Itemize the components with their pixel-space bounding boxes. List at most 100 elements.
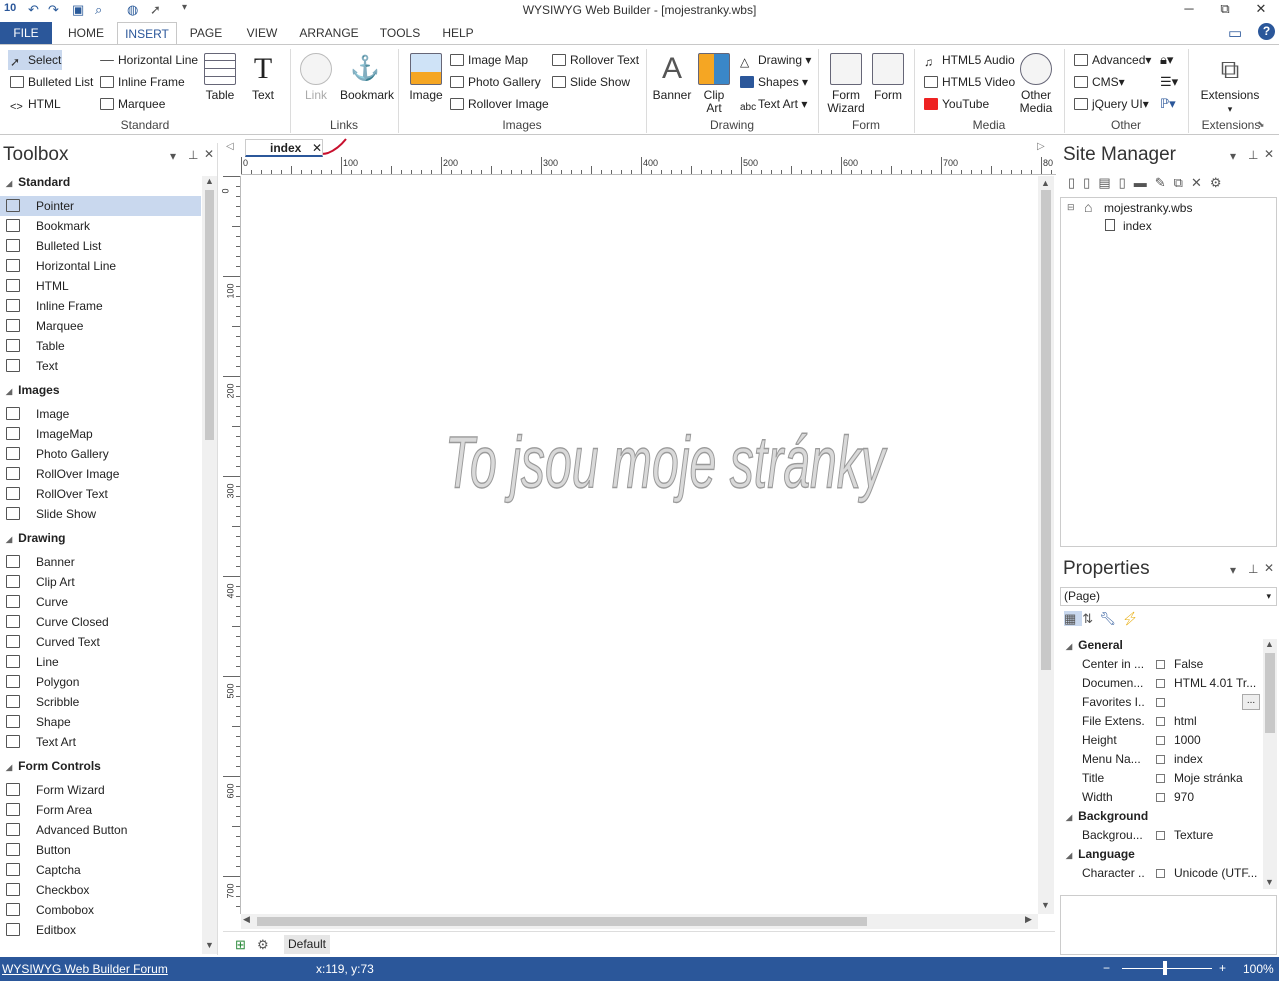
jquery-ui-dropdown[interactable]: jQuery UI▾ [1074,94,1149,114]
redo-icon[interactable]: ↷ [48,2,59,18]
php-icon[interactable]: ℙ▾ [1160,96,1176,112]
toolbox-item[interactable]: Polygon [0,672,201,692]
form-wizard-button[interactable]: Form Wizard [824,53,868,115]
property-value[interactable]: Moje stránka [1174,769,1260,788]
tab-scroll-left-icon[interactable]: ◁ [226,141,234,152]
property-value[interactable]: index [1174,750,1260,769]
inline-frame-button[interactable]: Inline Frame [100,72,185,92]
cms-dropdown[interactable]: CMS▾ [1074,72,1125,92]
toolbox-item[interactable]: Text Art [0,732,201,752]
text-button[interactable]: T Text [244,53,282,102]
toolbox-item[interactable]: Form Area [0,800,201,820]
collapse-icon[interactable]: ⊟ [1067,202,1075,213]
tab-file[interactable]: FILE [0,22,52,45]
toolbox-category[interactable]: Images [6,383,59,397]
sort-az-icon[interactable]: ⇅ [1082,611,1099,626]
lock-icon[interactable]: 🔒︎▾ [1160,52,1173,68]
undo-icon[interactable]: ↶ [28,2,39,18]
events-lightning-icon[interactable]: ⚡︎ [1122,611,1145,626]
link-page-icon[interactable]: ▯ [1119,175,1134,190]
add-page-icon[interactable]: ⊞ [235,937,246,953]
page-canvas[interactable] [241,176,1038,914]
toolbox-item[interactable]: Combobox [0,900,201,920]
settings-icon[interactable]: ⚙ [1210,175,1230,190]
property-row[interactable]: Favorites I...... [1062,693,1262,712]
toolbox-item[interactable]: Checkbox [0,880,201,900]
property-row[interactable]: Center in ... False [1062,655,1262,674]
save-icon[interactable]: ▣ [72,2,84,18]
panel-close-icon[interactable]: ✕ [204,147,214,161]
tab-home[interactable]: HOME [57,22,115,45]
panel-dropdown-icon[interactable]: ▾ [1230,149,1236,163]
panel-dropdown-icon[interactable]: ▾ [1230,563,1236,577]
toolbox-item[interactable]: Text [0,356,201,376]
shapes-dropdown[interactable]: Shapes ▾ [740,72,808,92]
bookmark-button[interactable]: ⚓ Bookmark [340,53,394,102]
tab-arrange[interactable]: ARRANGE [292,22,366,45]
document-tab-index[interactable]: index ✕ [245,139,323,157]
toolbox-category[interactable]: Form Controls [6,759,101,773]
toolbox-item[interactable]: Table [0,336,201,356]
zoom-out-button[interactable]: − [1103,961,1110,975]
property-value[interactable]: Unicode (UTF... [1174,864,1260,883]
rollover-image-button[interactable]: Rollover Image [450,94,549,114]
toolbox-item[interactable]: Pointer [0,196,201,216]
toolbox-item[interactable]: HTML [0,276,201,296]
toolbox-item[interactable]: Curved Text [0,632,201,652]
property-row[interactable]: Height 1000 [1062,731,1262,750]
restore-button[interactable]: ⧉ [1208,0,1242,20]
toolbox-category[interactable]: Drawing [6,531,65,545]
toolbox-item[interactable]: Curve [0,592,201,612]
property-row[interactable]: Menu Na... index [1062,750,1262,769]
clip-art-button[interactable]: Clip Art [696,53,732,115]
toolbox-item[interactable]: Captcha [0,860,201,880]
table-button[interactable]: Table [200,53,240,102]
image-button[interactable]: Image [404,53,448,102]
toolbox-item[interactable]: Form Wizard [0,780,201,800]
property-row[interactable]: Character ... Unicode (UTF... [1062,864,1262,883]
text-art-dropdown[interactable]: abc Text Art ▾ [740,94,807,114]
rollover-text-button[interactable]: Rollover Text [552,50,639,70]
toolbox-item[interactable]: Inline Frame [0,296,201,316]
property-row[interactable]: Backgrou... Texture [1062,826,1262,845]
toolbox-item[interactable]: Editbox [0,920,201,940]
toolbox-item[interactable]: Scribble [0,692,201,712]
categorized-icon[interactable]: ▦ [1064,611,1083,626]
form-button[interactable]: Form [870,53,906,102]
toolbox-item[interactable]: RollOver Text [0,484,201,504]
photo-gallery-button[interactable]: Photo Gallery [450,72,541,92]
text-art-object[interactable]: To jsou moje stránky [440,400,890,520]
site-root-label[interactable]: mojestranky.wbs [1104,201,1192,215]
delete-icon[interactable]: ✕ [1191,175,1210,190]
panel-close-icon[interactable]: ✕ [1264,561,1274,575]
toolbox-item[interactable]: Button [0,840,201,860]
rename-icon[interactable]: ✎ [1155,175,1174,190]
marquee-button[interactable]: Marquee [100,94,165,114]
menu-icon[interactable]: ☰▾ [1160,74,1178,90]
canvas-vertical-scrollbar[interactable]: ▲ ▼ [1038,176,1054,914]
html-button[interactable]: <> HTML [10,94,61,114]
master-page-default[interactable]: Default [284,935,330,954]
panel-dropdown-icon[interactable]: ▾ [170,149,176,163]
toolbox-item[interactable]: Photo Gallery [0,444,201,464]
property-value[interactable]: HTML 4.01 Tr... [1174,674,1260,693]
toolbox-item[interactable]: Bulleted List [0,236,201,256]
pin-icon[interactable]: ⊥ [1248,148,1258,162]
property-group[interactable]: Language [1066,847,1135,861]
tab-tools[interactable]: TOOLS [370,22,430,45]
slide-show-button[interactable]: Slide Show [552,72,630,92]
tab-page[interactable]: PAGE [180,22,232,45]
tab-scroll-right-icon[interactable]: ▷ [1037,141,1045,152]
toolbox-item[interactable]: Advanced Button [0,820,201,840]
toolbox-item[interactable]: Clip Art [0,572,201,592]
display-options-icon[interactable]: ▭ [1228,24,1242,42]
property-row[interactable]: Documen... HTML 4.01 Tr... [1062,674,1262,693]
toolbox-scrollbar[interactable]: ▲ ▼ [202,176,217,954]
help-icon[interactable]: ? [1258,23,1275,40]
tab-close-icon[interactable]: ✕ [312,140,322,156]
toolbox-item[interactable]: ImageMap [0,424,201,444]
html5-video-button[interactable]: HTML5 Video [924,72,1015,92]
toolbox-item[interactable]: Bookmark [0,216,201,236]
preview-icon[interactable]: ⌕ [95,2,102,18]
customize-quickaccess-icon[interactable]: ▾ [182,2,187,13]
